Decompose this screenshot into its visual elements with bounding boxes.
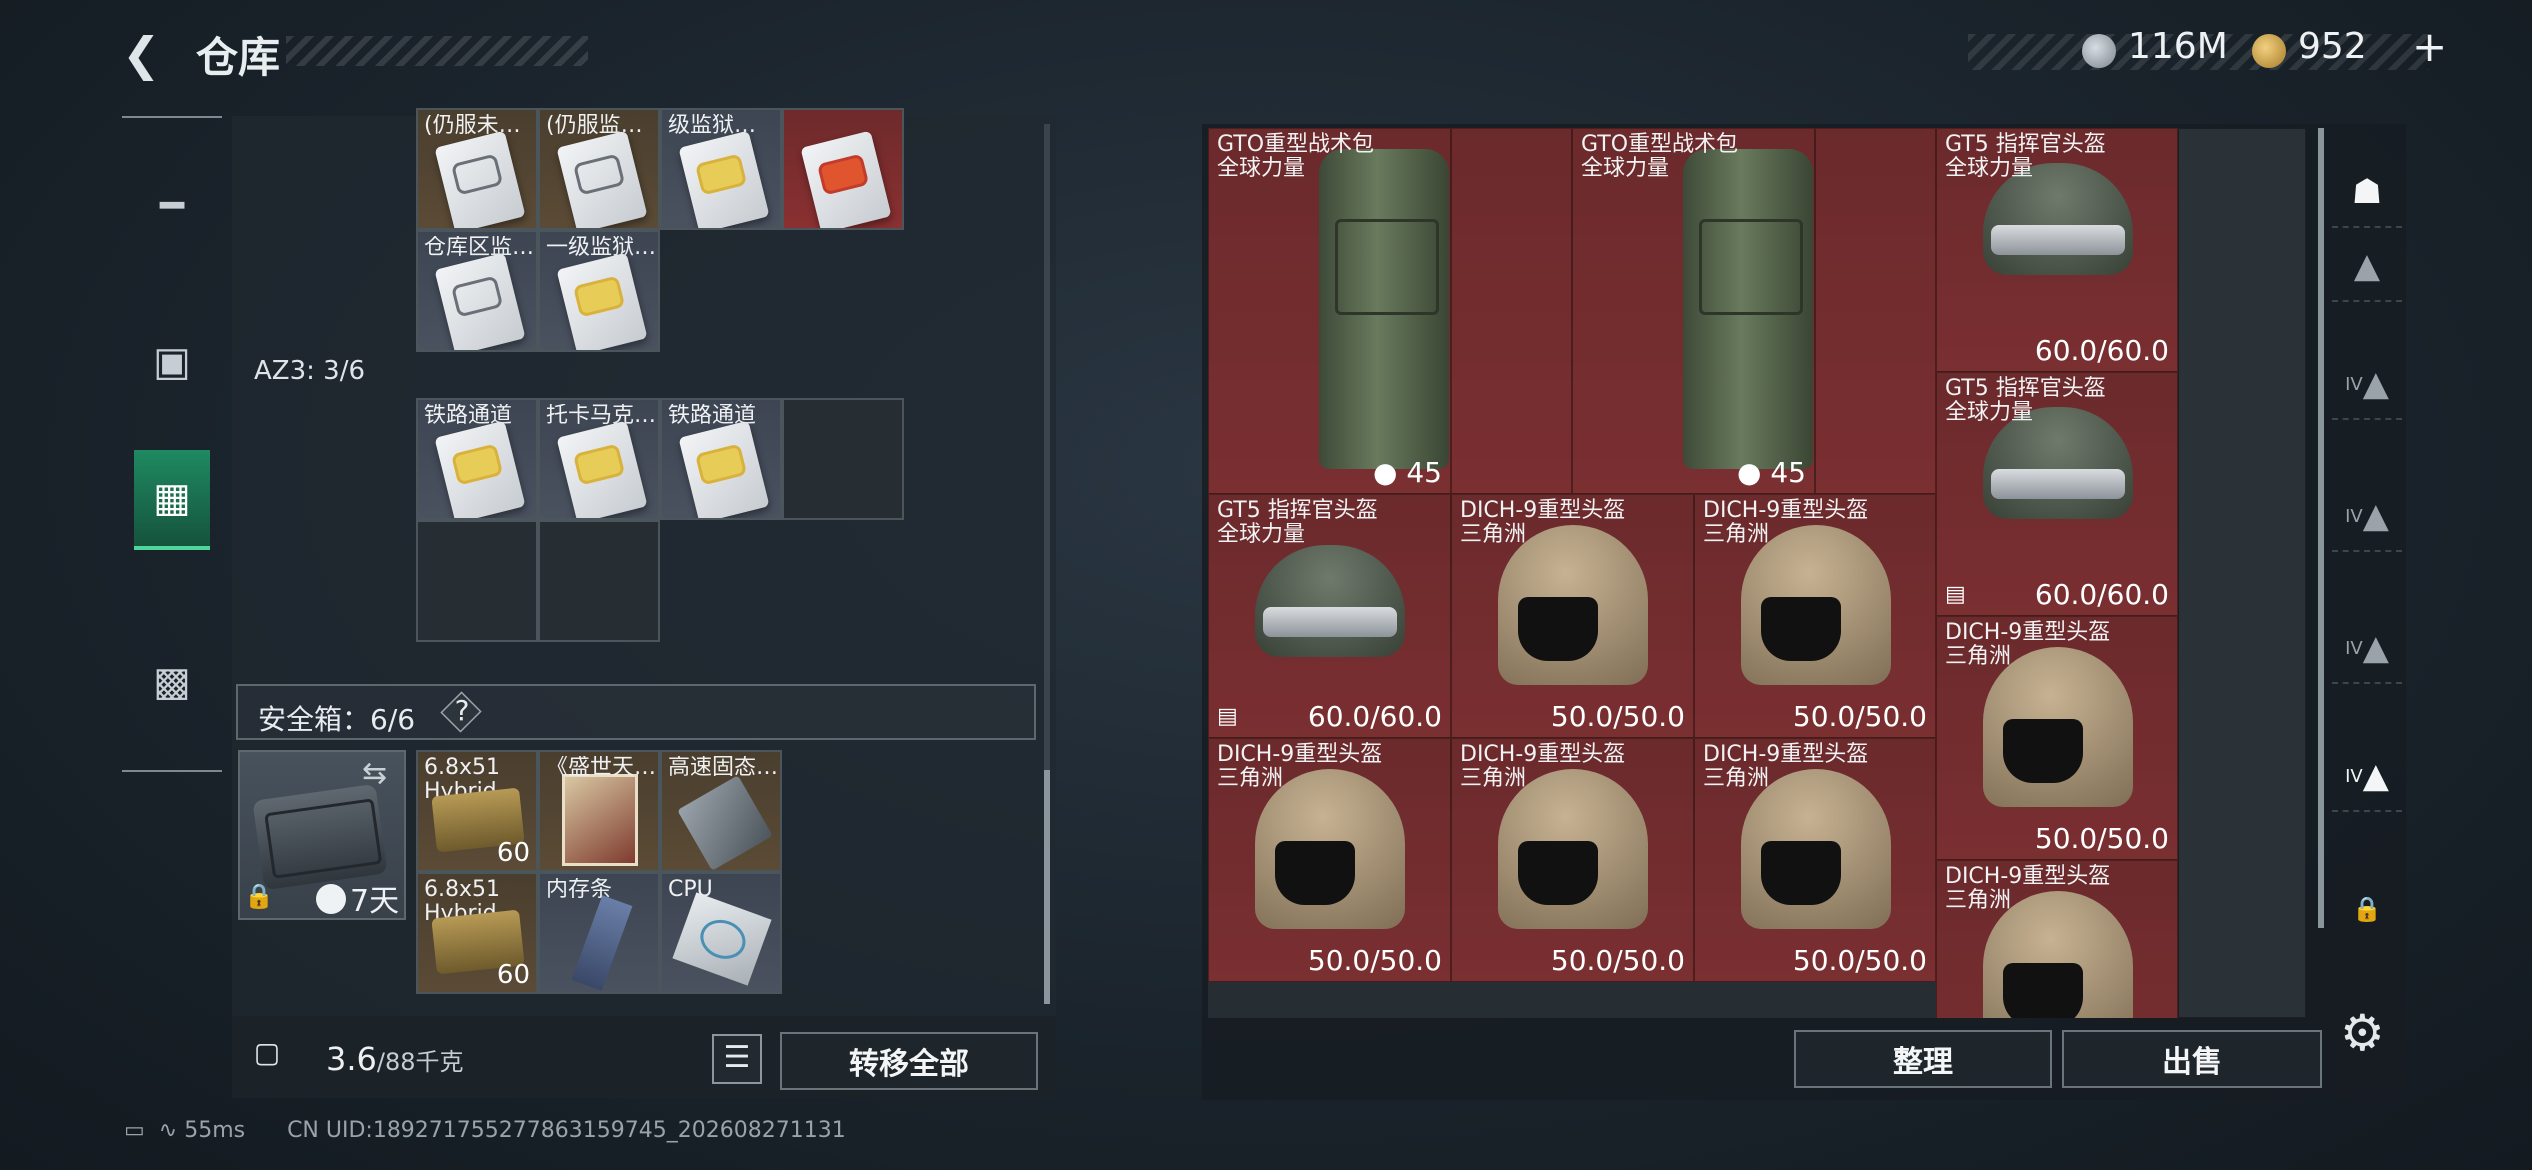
container-icon[interactable]: ▦ xyxy=(134,450,210,550)
safe-duration: 7天 xyxy=(350,884,400,919)
iv-badge-5[interactable]: IV ▲ xyxy=(2332,742,2402,812)
keycard-slot[interactable]: 级监狱… xyxy=(660,108,782,230)
status-bar: ▭ ∿ 55ms CN UID:189271755277863159745_20… xyxy=(124,1118,846,1143)
lock-icon: 🔒 xyxy=(244,882,274,910)
keycard-slot[interactable]: 托卡马克… xyxy=(538,398,660,520)
cpu-slot[interactable]: CPU xyxy=(660,872,782,994)
keycard-slot[interactable]: (仍服监… xyxy=(538,108,660,230)
stash-empty-column[interactable] xyxy=(2178,128,2306,1018)
stash-filler xyxy=(1451,128,1572,494)
swap-icon[interactable]: ⇆ xyxy=(362,756,387,791)
keycard-slot[interactable]: 铁路通道 xyxy=(660,398,782,520)
ammo-slot[interactable]: 6.8x51 Hybrid 60 xyxy=(416,872,538,994)
transfer-all-button[interactable]: 转移全部 xyxy=(780,1032,1038,1090)
currency-silver: 116M xyxy=(2128,26,2228,67)
stash-item-helmet[interactable]: GT5 指挥官头盔 全球力量 60.0/60.0 xyxy=(1936,128,2178,372)
stash-item-helmet[interactable]: DICH-9重型头盔 三角洲 50.0/50.0 xyxy=(1451,738,1694,982)
add-currency-button[interactable]: + xyxy=(2412,22,2447,71)
backpack-icon[interactable]: ▣ xyxy=(134,312,210,412)
silver-coin-icon xyxy=(2082,34,2116,68)
empty-slot[interactable] xyxy=(782,398,904,520)
keycard-slot[interactable]: 仓库区监… xyxy=(416,230,538,352)
gun-icon[interactable]: ━ xyxy=(134,156,210,256)
stash-grid: GTO重型战术包 全球力量 ● 45 GTO重型战术包 全球力量 ● 45 GT5 指挥… xyxy=(1208,128,2306,1018)
sort-button[interactable]: 整理 xyxy=(1794,1030,2052,1088)
stash-scrollbar[interactable] xyxy=(2318,128,2324,928)
empty-slot[interactable] xyxy=(416,520,538,642)
stash-item-helmet[interactable]: DICH-9重型头盔 三角洲 50.0/50.0 xyxy=(1694,494,1936,738)
briefcase-icon[interactable]: ▩ xyxy=(134,632,210,732)
gold-coin-icon xyxy=(2252,34,2286,68)
currency-gold: 952 xyxy=(2298,26,2367,67)
weight-value: 3.6/88千克 xyxy=(326,1040,464,1078)
iv-badge-4[interactable]: IV ▲ xyxy=(2332,614,2402,684)
stash-item-helmet[interactable]: DICH-9重型头盔 三角洲 50.0/50.0 xyxy=(1694,738,1936,982)
stash-item-helmet[interactable]: DICH-9重型头盔 三角洲 50.0/50.0 xyxy=(1208,738,1451,982)
keycard-slot[interactable]: (仍服未… xyxy=(416,108,538,230)
book-slot[interactable]: 《盛世天… xyxy=(538,750,660,872)
stash-item-helmet[interactable]: DICH-9重型头盔 三角洲 xyxy=(1936,860,2178,1018)
keycard-slot[interactable]: 一级监狱… xyxy=(538,230,660,352)
keycard-slot[interactable]: 铁路通道 xyxy=(416,398,538,520)
ammo-slot[interactable]: 6.8x51 Hybrid 60 xyxy=(416,750,538,872)
stash-item-helmet[interactable]: GT5 指挥官头盔 全球力量 ▤ 60.0/60.0 xyxy=(1208,494,1451,738)
empty-slot[interactable] xyxy=(538,520,660,642)
stash-item-helmet[interactable]: DICH-9重型头盔 三角洲 50.0/50.0 xyxy=(1451,494,1694,738)
iv-badge-1[interactable]: ▲ xyxy=(2332,232,2402,302)
ram-slot[interactable]: 内存条 xyxy=(538,872,660,994)
help-icon[interactable]: ? xyxy=(450,694,474,727)
keycard-slot[interactable] xyxy=(782,108,904,230)
iv-badge-3[interactable]: IV ▲ xyxy=(2332,482,2402,552)
stash-filler xyxy=(1815,128,1936,494)
az3-label: AZ3: 3/6 xyxy=(254,356,366,386)
lock-icon: 🔒 xyxy=(2352,895,2382,923)
stash-item-helmet[interactable]: GT5 指挥官头盔 全球力量 ▤ 60.0/60.0 xyxy=(1936,372,2178,616)
sell-button[interactable]: 出售 xyxy=(2062,1030,2322,1088)
list-view-button[interactable]: ☰ xyxy=(712,1034,762,1084)
stash-item-backpack[interactable]: GTO重型战术包 全球力量 ● 45 xyxy=(1572,128,1815,494)
armor-icon[interactable]: ☗ xyxy=(2332,158,2402,228)
page-title: 仓库 xyxy=(196,33,281,82)
stash-item-backpack[interactable]: GTO重型战术包 全球力量 ● 45 xyxy=(1208,128,1451,494)
safe-box-header: 安全箱：6/6 xyxy=(236,684,1036,740)
inventory-scroll-thumb[interactable] xyxy=(1044,770,1050,1004)
weight-icon: ▢ xyxy=(253,1036,281,1069)
iv-badge-2[interactable]: IV ▲ xyxy=(2332,350,2402,420)
stash-item-helmet[interactable]: DICH-9重型头盔 三角洲 50.0/50.0 xyxy=(1936,616,2178,860)
settings-gear-icon[interactable]: ⚙ xyxy=(2340,1004,2385,1062)
ssd-slot[interactable]: 高速固态… xyxy=(660,750,782,872)
title-decoration xyxy=(286,36,588,66)
clock-icon xyxy=(316,884,346,914)
back-chevron-icon[interactable]: ❮ xyxy=(122,28,170,80)
